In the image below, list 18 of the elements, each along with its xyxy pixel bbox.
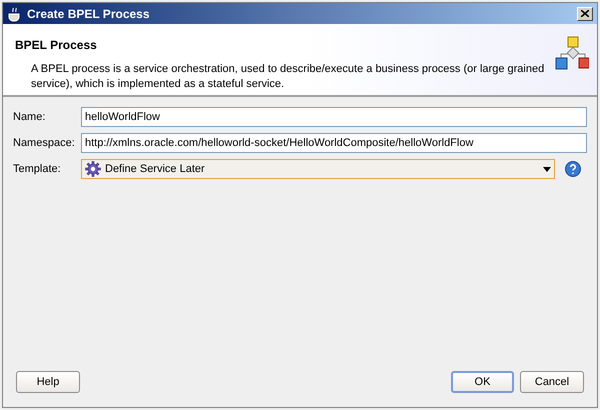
field-label: Template: — [13, 162, 62, 177]
dialog-button[interactable]: Cancel — [520, 371, 584, 393]
help-icon[interactable] — [565, 161, 581, 177]
field-label: Namespace: — [13, 136, 76, 151]
flow-diagram-icon — [555, 36, 589, 70]
text-field[interactable]: helloWorldFlow — [81, 107, 587, 127]
dialog-button[interactable]: Help — [16, 371, 80, 393]
dialog-button[interactable]: OK — [451, 371, 514, 393]
gear-icon — [85, 161, 101, 177]
close-icon — [581, 10, 589, 17]
template-dropdown[interactable]: Define Service Later — [81, 159, 555, 179]
window-title: Create BPEL Process — [27, 6, 151, 22]
header-title: BPEL Process — [15, 37, 98, 54]
field-label: Name: — [13, 110, 46, 125]
dropdown-caret-icon — [543, 166, 551, 172]
close-button[interactable] — [577, 6, 593, 20]
text-field[interactable]: http://xmlns.oracle.com/helloworld-socket/HelloWorldComposite/helloWorldFlow — [81, 133, 587, 153]
header-description: A BPEL process is a service orchestration, used to describe/execute a business process (or large grained service), which is implemented as a stateful service. — [30, 62, 546, 92]
